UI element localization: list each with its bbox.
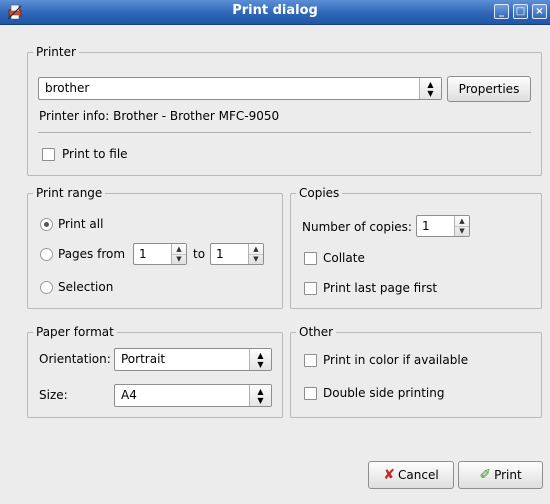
other-legend: Other bbox=[296, 325, 337, 339]
print-range-legend: Print range bbox=[33, 186, 106, 200]
cancel-button[interactable]: ✘ Cancel bbox=[368, 461, 454, 489]
paper-size-value: A4 bbox=[121, 388, 137, 402]
print-last-page-first-checkbox[interactable] bbox=[304, 282, 317, 295]
printer-select-value: brother bbox=[45, 81, 90, 95]
updown-arrows-icon: ▲ ▼ bbox=[419, 78, 441, 99]
print-button[interactable]: ✐ Print bbox=[458, 461, 543, 489]
size-label: Size: bbox=[39, 388, 68, 402]
title-bar[interactable]: Print dialog _ □ × bbox=[0, 0, 550, 25]
pages-to-spinner[interactable]: 1 ▲ ▼ bbox=[210, 243, 264, 265]
cancel-icon: ✘ bbox=[383, 467, 396, 483]
print-to-file-label[interactable]: Print to file bbox=[62, 147, 128, 162]
orientation-select[interactable]: Portrait ▲ ▼ bbox=[114, 348, 272, 371]
copies-legend: Copies bbox=[296, 186, 343, 200]
minimize-button[interactable]: _ bbox=[494, 4, 509, 19]
orientation-label: Orientation: bbox=[39, 352, 111, 366]
printer-separator bbox=[38, 132, 531, 133]
paper-format-legend: Paper format bbox=[33, 325, 117, 339]
pages-from-radio[interactable] bbox=[40, 248, 53, 261]
print-to-file-checkbox[interactable] bbox=[42, 148, 55, 161]
collate-checkbox[interactable] bbox=[304, 252, 317, 265]
spin-down-icon[interactable]: ▼ bbox=[455, 226, 469, 236]
spin-down-icon[interactable]: ▼ bbox=[249, 254, 263, 264]
other-frame bbox=[290, 332, 542, 418]
selection-label[interactable]: Selection bbox=[58, 280, 113, 295]
window-title: Print dialog bbox=[232, 3, 318, 18]
printer-legend: Printer bbox=[33, 45, 79, 59]
paper-size-select[interactable]: A4 ▲ ▼ bbox=[114, 384, 272, 407]
pages-from-spinner[interactable]: 1 ▲ ▼ bbox=[133, 243, 187, 265]
updown-arrows-icon: ▲ ▼ bbox=[249, 385, 271, 406]
maximize-button[interactable]: □ bbox=[513, 4, 528, 19]
pages-from-label[interactable]: Pages from bbox=[58, 247, 125, 262]
print-in-color-checkbox[interactable] bbox=[304, 354, 317, 367]
print-dialog-window: Print dialog _ □ × Printer brother ▲ ▼ Pr… bbox=[0, 0, 550, 504]
print-icon: ✐ bbox=[479, 467, 492, 483]
double-side-checkbox[interactable] bbox=[304, 387, 317, 400]
pages-from-spin-buttons[interactable]: ▲ ▼ bbox=[171, 244, 186, 264]
print-label: Print bbox=[494, 468, 522, 482]
pages-to-value: 1 bbox=[216, 247, 224, 261]
close-button[interactable]: × bbox=[532, 4, 547, 19]
printer-select[interactable]: brother ▲ ▼ bbox=[38, 77, 442, 100]
properties-button[interactable]: Properties bbox=[447, 76, 531, 102]
print-all-label[interactable]: Print all bbox=[58, 217, 103, 232]
copies-value: 1 bbox=[422, 219, 430, 233]
orientation-value: Portrait bbox=[121, 352, 166, 366]
cancel-label: Cancel bbox=[398, 468, 439, 482]
pages-from-value: 1 bbox=[139, 247, 147, 261]
print-last-page-first-label[interactable]: Print last page first bbox=[323, 281, 437, 296]
to-label: to bbox=[193, 247, 206, 261]
copies-spinner[interactable]: 1 ▲ ▼ bbox=[416, 215, 470, 237]
collate-label[interactable]: Collate bbox=[323, 251, 365, 266]
pages-to-spin-buttons[interactable]: ▲ ▼ bbox=[248, 244, 263, 264]
selection-radio[interactable] bbox=[40, 281, 53, 294]
number-of-copies-label: Number of copies: bbox=[302, 220, 412, 234]
print-all-radio[interactable] bbox=[40, 218, 53, 231]
double-side-label[interactable]: Double side printing bbox=[323, 386, 445, 401]
radio-selected-dot bbox=[44, 222, 49, 227]
copies-spin-buttons[interactable]: ▲ ▼ bbox=[454, 216, 469, 236]
print-in-color-label[interactable]: Print in color if available bbox=[323, 353, 468, 368]
spin-down-icon[interactable]: ▼ bbox=[172, 254, 186, 264]
updown-arrows-icon: ▲ ▼ bbox=[249, 349, 271, 370]
printer-info-text: Printer info: Brother - Brother MFC-9050 bbox=[39, 109, 280, 123]
